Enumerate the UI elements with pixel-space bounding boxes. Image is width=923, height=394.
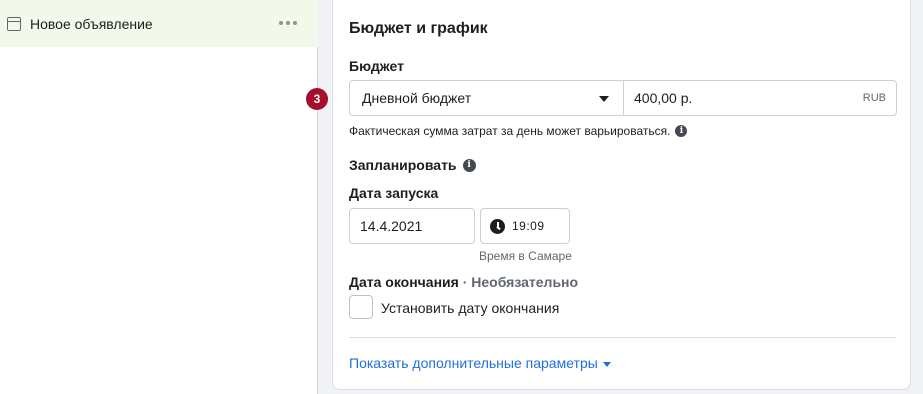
optional-label: · Необязательно xyxy=(462,274,579,290)
budget-type-select[interactable]: Дневной бюджет xyxy=(350,81,624,115)
budget-help-text: Фактическая сумма затрат за день может в… xyxy=(349,124,688,138)
step-badge: 3 xyxy=(306,88,328,110)
budget-input-group: Дневной бюджет 400,00 р. RUB xyxy=(349,80,897,116)
sidebar-item-label: Новое объявление xyxy=(30,15,153,32)
budget-schedule-card: Бюджет и график Бюджет 3 Дневной бюджет … xyxy=(306,0,911,390)
show-more-options-link[interactable]: Показать дополнительные параметры xyxy=(349,355,611,371)
caret-down-icon xyxy=(602,361,611,367)
budget-type-value: Дневной бюджет xyxy=(362,90,472,106)
budget-help-text-label: Фактическая сумма затрат за день может в… xyxy=(349,124,671,138)
end-date-checkbox[interactable] xyxy=(349,295,373,319)
budget-amount-value: 400,00 р. xyxy=(634,90,693,106)
info-icon[interactable]: i xyxy=(462,158,476,172)
clock-icon xyxy=(490,218,505,234)
end-date-heading: Дата окончания · Необязательно xyxy=(349,274,578,290)
show-more-options-label: Показать дополнительные параметры xyxy=(349,355,598,371)
start-date-value: 14.4.2021 xyxy=(360,218,423,234)
schedule-label: Запланировать xyxy=(349,157,457,173)
end-date-label: Дата окончания xyxy=(349,274,459,290)
more-options-icon[interactable] xyxy=(279,21,297,25)
start-time-input[interactable]: 19:09 xyxy=(480,208,570,244)
left-panel: Новое объявление xyxy=(0,0,318,394)
budget-amount-input[interactable]: 400,00 р. RUB xyxy=(624,81,896,115)
section-title: Бюджет и график xyxy=(349,20,488,37)
end-date-checkbox-label[interactable]: Установить дату окончания xyxy=(381,300,559,316)
info-icon[interactable]: i xyxy=(675,125,688,137)
timezone-note: Время в Самаре xyxy=(479,249,572,263)
start-date-input[interactable]: 14.4.2021 xyxy=(349,208,475,244)
document-icon xyxy=(7,16,21,31)
sidebar-item-new-ad[interactable]: Новое объявление xyxy=(0,0,318,47)
start-time-value: 19:09 xyxy=(512,219,545,233)
budget-label: Бюджет xyxy=(349,58,404,74)
currency-label: RUB xyxy=(862,92,886,104)
schedule-heading: Запланировать i xyxy=(349,157,476,173)
start-date-label: Дата запуска xyxy=(349,185,439,201)
divider xyxy=(349,337,896,338)
caret-down-icon xyxy=(599,96,609,102)
